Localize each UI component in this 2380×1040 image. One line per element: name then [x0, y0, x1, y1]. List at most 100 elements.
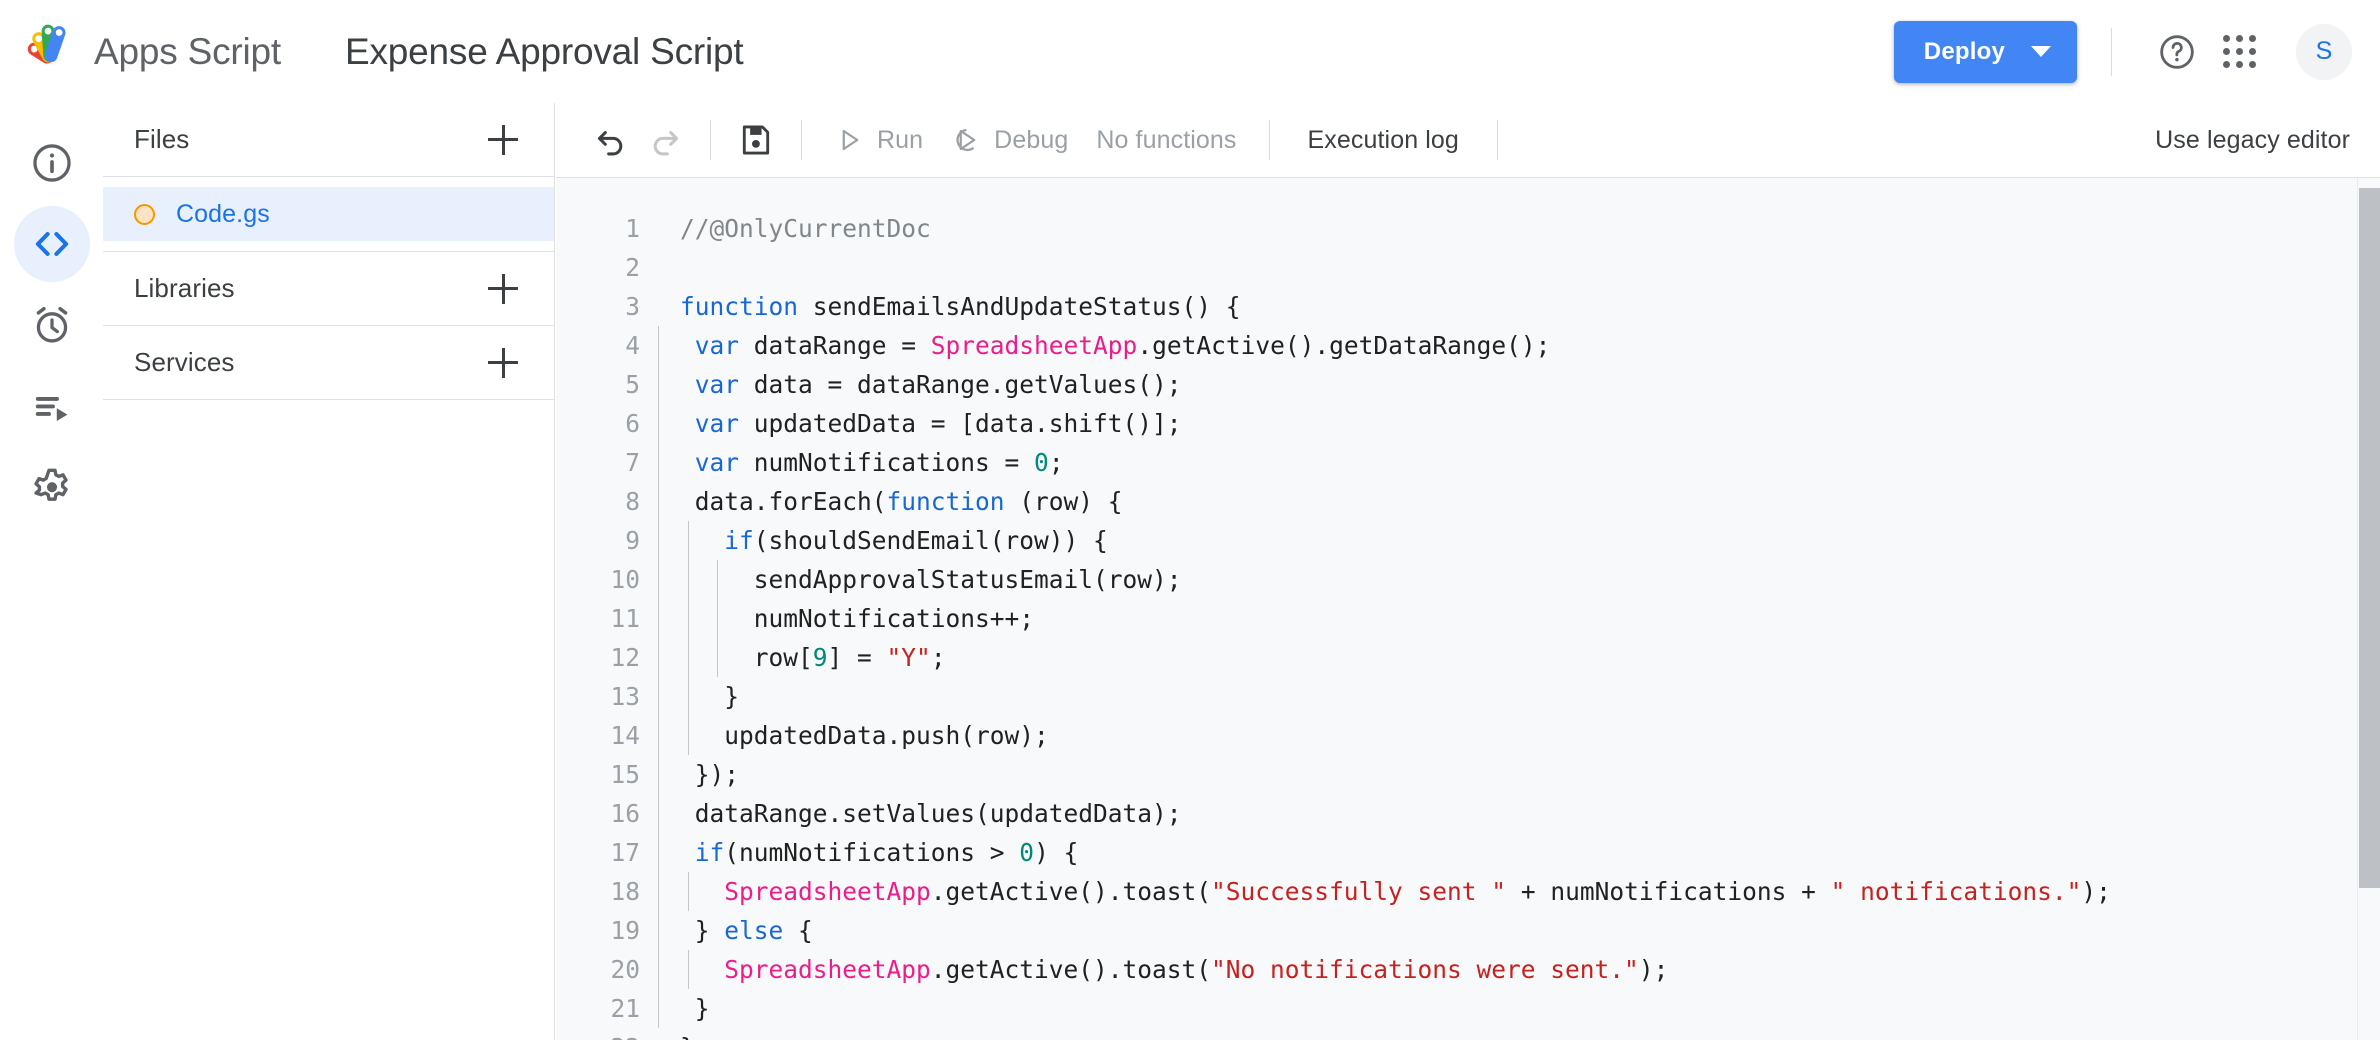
code-token: .getActive().toast( — [930, 955, 1212, 984]
brand-name: Apps Script — [94, 30, 281, 72]
code-line-text: SpreadsheetApp.getActive().toast("No not… — [658, 950, 1668, 989]
code-line-text: var data = dataRange.getValues(); — [658, 365, 1182, 404]
sidebar-item-project-overview[interactable] — [14, 125, 90, 201]
indent-guide — [687, 638, 689, 677]
add-service-button[interactable] — [482, 342, 524, 384]
function-selector[interactable]: No functions — [1082, 113, 1250, 167]
deploy-button-label: Deploy — [1923, 37, 2005, 65]
use-legacy-editor-button[interactable]: Use legacy editor — [2155, 126, 2350, 155]
code-line-text: var numNotifications = 0; — [658, 443, 1064, 482]
code-line: 12 row[9] = "Y"; — [556, 638, 2380, 677]
libraries-section-header[interactable]: Libraries — [103, 252, 554, 326]
code-line: 9 if(shouldSendEmail(row)) { — [556, 521, 2380, 560]
debug-button[interactable]: Debug — [937, 113, 1082, 167]
undo-button[interactable] — [584, 113, 638, 167]
line-number: 4 — [625, 331, 640, 360]
code-line: 11 numNotifications++; — [556, 599, 2380, 638]
redo-button[interactable] — [638, 113, 692, 167]
code-line: 8 data.forEach(function (row) { — [556, 482, 2380, 521]
code-token: (shouldSendEmail(row)) { — [753, 526, 1108, 555]
indent-guide — [658, 989, 659, 1028]
code-token: ] = — [827, 643, 887, 672]
execution-log-button[interactable]: Execution log — [1288, 126, 1479, 155]
code-token: SpreadsheetApp — [724, 877, 931, 906]
help-button[interactable] — [2146, 21, 2208, 83]
indent-guide — [658, 521, 659, 560]
avatar[interactable]: S — [2296, 23, 2352, 80]
apps-script-logo-icon — [27, 24, 66, 64]
line-number: 18 — [610, 877, 640, 906]
code-token: "No notifications were sent." — [1211, 955, 1639, 984]
indent-guide — [658, 443, 659, 482]
code-token: ); — [1638, 955, 1669, 984]
debug-bug-icon — [956, 129, 976, 152]
file-item-code-gs[interactable]: Code.gs — [103, 187, 554, 241]
indent-guide — [658, 599, 659, 638]
code-token: } — [680, 994, 710, 1023]
add-library-button[interactable] — [482, 268, 524, 310]
function-selector-label: No functions — [1096, 125, 1237, 154]
help-circle-icon — [2160, 34, 2194, 69]
toolbar-divider — [710, 120, 711, 160]
app-header: Apps Script Expense Approval Script Depl… — [0, 0, 2380, 103]
code-token: { — [783, 916, 813, 945]
code-token: ; — [930, 643, 946, 672]
add-file-button[interactable] — [482, 119, 524, 161]
code-line-text: row[9] = "Y"; — [658, 638, 946, 677]
code-token: 9 — [812, 643, 828, 672]
script-file-dot-icon — [134, 203, 155, 225]
code-line: 19 } else { — [556, 911, 2380, 950]
sidebar-item-triggers[interactable] — [14, 287, 90, 363]
files-panel: Files Code.gs Libraries Services — [103, 103, 555, 1040]
code-token: sendEmailsAndUpdateStatus() { — [798, 292, 1241, 321]
code-line: 3 function sendEmailsAndUpdateStatus() { — [556, 287, 2380, 326]
line-number: 8 — [625, 487, 640, 516]
indent-guide — [687, 950, 689, 989]
code-line: 17 if(numNotifications > 0) { — [556, 833, 2380, 872]
executions-list-icon — [35, 397, 67, 422]
services-section-title: Services — [134, 347, 235, 377]
debug-button-label: Debug — [994, 125, 1069, 154]
code-line-text: } — [658, 989, 710, 1028]
code-line: 6 var updatedData = [data.shift()]; — [556, 404, 2380, 443]
code-token: .getActive().toast( — [930, 877, 1212, 906]
line-number: 20 — [610, 955, 640, 984]
code-token: if — [694, 838, 725, 867]
indent-guide — [687, 677, 689, 716]
files-section-header[interactable]: Files — [103, 103, 554, 177]
deploy-button[interactable]: Deploy — [1893, 20, 2077, 83]
run-button[interactable]: Run — [820, 113, 937, 167]
left-icon-rail — [0, 103, 103, 1040]
code-token: "Y" — [886, 643, 931, 672]
line-number: 15 — [610, 760, 640, 789]
sidebar-item-executions[interactable] — [14, 368, 90, 444]
code-token: row[ — [680, 643, 813, 672]
chevron-down-icon — [2031, 46, 2051, 57]
code-line: 15 }); — [556, 755, 2380, 794]
code-vertical-scrollbar[interactable] — [2357, 178, 2380, 1040]
code-scrollbar-thumb[interactable] — [2359, 188, 2380, 888]
code-line: 16 dataRange.setValues(updatedData); — [556, 794, 2380, 833]
code-token: function — [680, 292, 799, 321]
apps-launcher-button[interactable] — [2208, 21, 2270, 83]
brand-block[interactable]: Apps Script — [22, 0, 281, 103]
line-number: 12 — [610, 643, 640, 672]
indent-guide — [687, 599, 689, 638]
undo-arrow-icon — [597, 131, 623, 156]
code-editor[interactable]: 1 //@OnlyCurrentDoc 2 3 function sendEmailsA… — [556, 178, 2380, 1040]
save-button[interactable] — [729, 113, 783, 167]
sidebar-item-editor[interactable] — [13, 206, 90, 282]
code-line: 4 var dataRange = SpreadsheetApp.getActi… — [556, 326, 2380, 365]
save-floppy-icon — [742, 125, 770, 155]
line-number: 1 — [625, 214, 640, 243]
redo-arrow-icon — [653, 131, 679, 156]
sidebar-item-project-settings[interactable] — [14, 449, 90, 525]
line-number: 7 — [625, 448, 640, 477]
code-token: updatedData.push(row); — [680, 721, 1049, 750]
code-token: function — [886, 487, 1005, 516]
page-title[interactable]: Expense Approval Script — [345, 31, 744, 73]
services-section-header[interactable]: Services — [103, 326, 554, 400]
line-number: 9 — [625, 526, 640, 555]
code-line: 18 SpreadsheetApp.getActive().toast("Suc… — [556, 872, 2380, 911]
